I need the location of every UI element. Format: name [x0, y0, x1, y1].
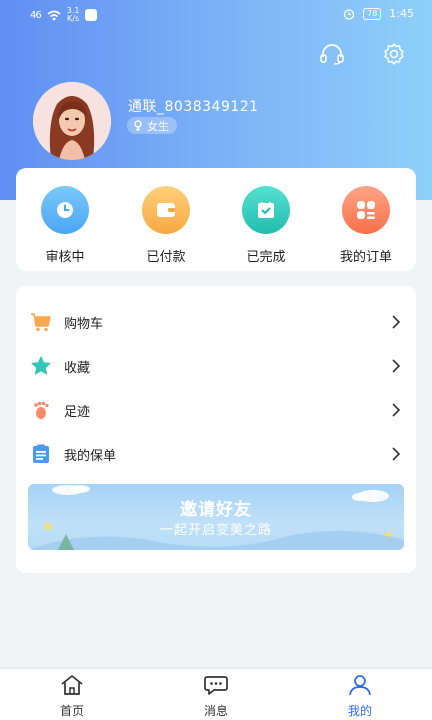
banner-subtitle: 一起开启变美之路 — [159, 523, 272, 538]
order-completed[interactable]: 已完成 — [226, 186, 306, 265]
clock-icon — [41, 186, 89, 234]
star-icon — [30, 355, 52, 377]
menu-card: 购物车 收藏 足迹 我的保单 邀请好友 一起开启变美之路 — [16, 286, 416, 573]
orders-grid-icon — [342, 186, 390, 234]
tab-label: 首页 — [59, 704, 84, 718]
menu-item-policies[interactable]: 我的保单 — [16, 432, 416, 476]
order-label: 已付款 — [146, 250, 186, 265]
footprint-icon — [30, 399, 52, 421]
avatar[interactable] — [33, 82, 111, 160]
invite-banner[interactable]: 邀请好友 一起开启变美之路 — [28, 484, 404, 550]
battery-indicator: 78 — [363, 7, 382, 20]
gender-badge: 女生 — [127, 117, 177, 134]
check-bag-icon — [242, 186, 290, 234]
menu-item-footprints[interactable]: 足迹 — [16, 388, 416, 432]
tab-home[interactable]: 首页 — [32, 674, 112, 719]
alarm-icon — [343, 8, 355, 20]
speed-unit: K/s — [67, 14, 80, 23]
clock-time: 1:45 — [389, 7, 414, 20]
orders-card: 审核中 已付款 已完成 我的订单 — [16, 168, 416, 271]
network-speed: 3.1 K/s — [67, 7, 80, 23]
order-label: 审核中 — [45, 250, 85, 265]
policy-icon — [30, 443, 52, 465]
menu-item-cart[interactable]: 购物车 — [16, 300, 416, 344]
message-icon — [204, 676, 228, 695]
gender-label: 女生 — [147, 119, 169, 133]
menu-item-label: 我的保单 — [64, 448, 117, 464]
gear-icon[interactable] — [380, 40, 408, 68]
bottom-tab-bar: 首页 消息 我的 — [0, 668, 432, 720]
tab-label: 消息 — [203, 704, 228, 718]
tab-mine[interactable]: 我的 — [320, 674, 400, 719]
status-bar: 46 3.1 K/s 78 1:45 — [0, 0, 432, 30]
banner-title: 邀请好友 — [180, 500, 252, 520]
cart-icon — [30, 311, 52, 333]
order-paid[interactable]: 已付款 — [126, 186, 206, 265]
wallet-icon — [142, 186, 190, 234]
chevron-right-icon — [392, 447, 401, 461]
username: 通联_8038349121 — [128, 99, 259, 115]
header-actions — [318, 40, 408, 68]
headset-icon[interactable] — [318, 40, 346, 68]
wifi-icon — [47, 10, 61, 20]
menu-item-label: 足迹 — [64, 404, 91, 420]
signal-indicator: 46 — [30, 9, 42, 21]
chevron-right-icon — [392, 359, 401, 373]
my-orders[interactable]: 我的订单 — [326, 186, 406, 265]
order-pending[interactable]: 审核中 — [25, 186, 105, 265]
menu-item-label: 购物车 — [64, 316, 104, 332]
order-label: 我的订单 — [339, 250, 392, 265]
avatar-image — [33, 82, 111, 160]
shield-icon — [85, 9, 98, 21]
menu-item-favorites[interactable]: 收藏 — [16, 344, 416, 388]
chevron-right-icon — [392, 315, 401, 329]
female-icon — [134, 119, 142, 131]
chevron-right-icon — [392, 403, 401, 417]
tab-label: 我的 — [347, 704, 372, 718]
user-icon — [349, 675, 371, 696]
menu-item-label: 收藏 — [64, 360, 91, 376]
order-label: 已完成 — [246, 250, 286, 265]
tab-messages[interactable]: 消息 — [176, 674, 256, 719]
home-icon — [61, 675, 83, 695]
